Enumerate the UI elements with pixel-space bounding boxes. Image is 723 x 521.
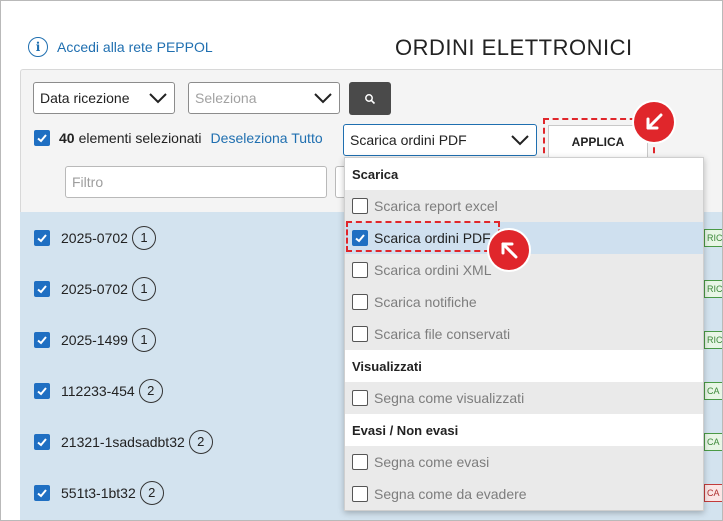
bulk-action-select[interactable]: Scarica ordini PDF [343, 124, 537, 156]
count-badge: 2 [138, 378, 163, 403]
dropdown-item-report-excel[interactable]: Scarica report excel [345, 190, 703, 222]
row-checkbox[interactable] [34, 433, 50, 450]
peppol-link-label: Accedi alla rete PEPPOL [57, 39, 213, 55]
check-icon [37, 284, 47, 293]
check-icon [37, 335, 47, 344]
arrow-down-left-marker-icon [634, 102, 674, 142]
count-badge: 1 [131, 327, 156, 352]
dropdown-item-label: Scarica file conservati [374, 326, 511, 342]
chevron-down-icon [149, 93, 167, 104]
order-code: 2025-1499 [61, 331, 128, 348]
dropdown-group-title: Scarica [345, 158, 703, 190]
item-checkbox [352, 262, 368, 278]
second-filter-select[interactable]: Seleziona [188, 82, 340, 114]
check-icon [37, 488, 47, 497]
selection-summary: 40 elementi selezionati Deseleziona Tutt… [34, 130, 323, 146]
dropdown-item-notifiche[interactable]: Scarica notifiche [345, 286, 703, 318]
item-checkbox [352, 454, 368, 470]
dropdown-item-label: Segna come evasi [374, 454, 490, 470]
peppol-link[interactable]: i Accedi alla rete PEPPOL [28, 37, 213, 57]
row-checkbox[interactable] [34, 229, 50, 246]
dropdown-item-label: Scarica notifiche [374, 294, 477, 310]
status-badge: RIC [704, 330, 722, 349]
count-badge: 2 [139, 480, 164, 505]
dropdown-group-title: Evasi / Non evasi [345, 414, 703, 446]
row-checkbox[interactable] [34, 382, 50, 399]
arrow-down-left-icon [646, 113, 663, 130]
row-checkbox[interactable] [34, 331, 50, 348]
dropdown-group-title: Visualizzati [345, 350, 703, 382]
selected-label: elementi selezionati [78, 130, 202, 146]
info-icon: i [28, 37, 48, 57]
arrow-up-left-marker-icon [489, 230, 529, 270]
row-checkbox[interactable] [34, 484, 50, 501]
pdf-option-highlight [346, 221, 500, 252]
chevron-down-icon [314, 93, 332, 104]
status-badge: RIC [704, 228, 722, 247]
order-code: 551t3-1bt32 [61, 484, 136, 501]
dropdown-item-label: Scarica ordini XML [374, 262, 492, 278]
date-filter-select[interactable]: Data ricezione [33, 82, 175, 114]
status-badge: CA S [704, 483, 722, 502]
filter-placeholder: Filtro [72, 174, 104, 190]
chevron-down-icon [511, 135, 529, 146]
dropdown-item-file-conservati[interactable]: Scarica file conservati [345, 318, 703, 350]
count-badge: 1 [131, 276, 156, 301]
date-filter-value: Data ricezione [40, 90, 130, 106]
item-checkbox [352, 390, 368, 406]
dropdown-item-da-evadere[interactable]: Segna come da evadere [345, 478, 703, 510]
item-checkbox [352, 326, 368, 342]
check-icon [37, 437, 47, 446]
order-code: 21321-1sadsadbt32 [61, 433, 185, 450]
count-badge: 1 [131, 225, 156, 250]
search-button[interactable] [349, 82, 391, 115]
order-code: 2025-0702 [61, 229, 128, 246]
order-code: 2025-0702 [61, 280, 128, 297]
item-checkbox [352, 294, 368, 310]
dropdown-item-evasi[interactable]: Segna come evasi [345, 446, 703, 478]
row-checkbox[interactable] [34, 280, 50, 297]
bulk-action-value: Scarica ordini PDF [350, 132, 467, 148]
status-badge: RIC [704, 279, 722, 298]
bulk-action-dropdown: Scarica Scarica report excel Scarica ord… [344, 157, 704, 511]
dropdown-item-label: Segna come visualizzati [374, 390, 525, 406]
count-badge: 2 [188, 429, 213, 454]
second-filter-placeholder: Seleziona [195, 90, 257, 106]
arrow-up-left-icon [501, 242, 518, 259]
item-checkbox [352, 198, 368, 214]
dropdown-item-label: Segna come da evadere [374, 486, 527, 502]
status-badge: CA C [704, 432, 722, 451]
check-icon [37, 134, 47, 143]
search-icon [365, 93, 376, 104]
filter-input[interactable]: Filtro [65, 166, 327, 198]
select-all-checkbox[interactable] [34, 130, 50, 146]
order-code: 112233-454 [61, 382, 135, 399]
selected-count: 40 [59, 130, 75, 146]
dropdown-item-label: Scarica report excel [374, 198, 498, 214]
app-window: i Accedi alla rete PEPPOL ORDINI ELETTRO… [0, 0, 723, 521]
dropdown-item-visualizzati[interactable]: Segna come visualizzati [345, 382, 703, 414]
status-badge: CA C [704, 381, 722, 400]
page-title: ORDINI ELETTRONICI [395, 35, 633, 60]
item-checkbox [352, 486, 368, 502]
check-icon [37, 233, 47, 242]
deselect-all-link[interactable]: Deseleziona Tutto [211, 130, 323, 146]
check-icon [37, 386, 47, 395]
